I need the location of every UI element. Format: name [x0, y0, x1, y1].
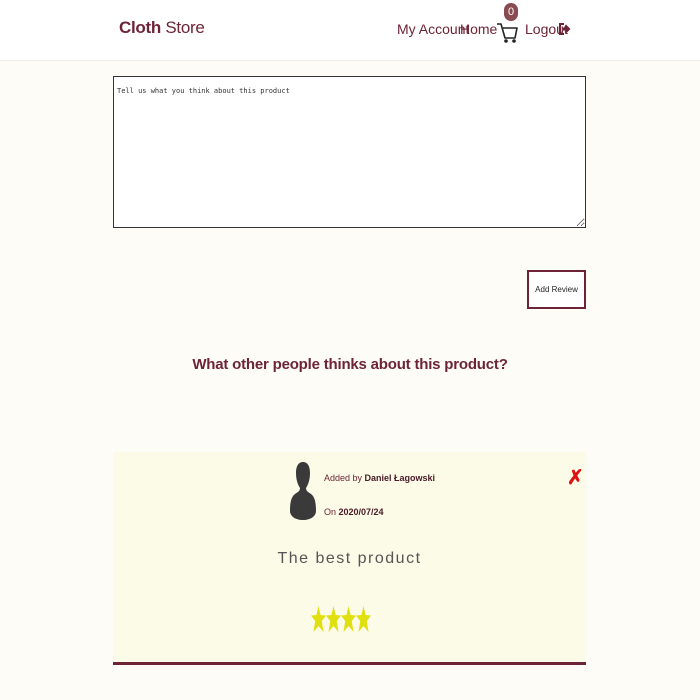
star-icon [356, 606, 371, 632]
brand-name-light: Store [160, 18, 205, 37]
review-date: 2020/07/24 [338, 507, 384, 517]
logout-icon[interactable] [557, 21, 571, 37]
added-by-label: Added by [324, 473, 365, 483]
review-rating [311, 605, 371, 633]
review-date-line: On 2020/07/24 [324, 507, 384, 517]
delete-review-icon[interactable]: ✗ [567, 468, 584, 488]
star-icon [341, 606, 356, 632]
review-author: Daniel Łagowski [364, 473, 436, 483]
reviews-section-title: What other people thinks about this prod… [192, 356, 508, 373]
on-label: On [324, 507, 339, 517]
user-avatar-icon [290, 462, 316, 520]
star-icon [326, 606, 341, 632]
brand-name-bold: Cloth [119, 18, 161, 37]
nav-my-account[interactable]: My Account [397, 21, 469, 37]
review-text: The best product [277, 550, 422, 567]
review-card: Added by Daniel Łagowski On 2020/07/24 ✗… [113, 452, 586, 665]
navbar: Cloth Store My Account Home 0 Logout [0, 0, 700, 61]
brand-logo[interactable]: Cloth Store [119, 18, 205, 38]
review-textarea[interactable] [113, 76, 586, 228]
star-icon [311, 606, 326, 632]
review-author-line: Added by Daniel Łagowski [324, 473, 435, 483]
nav-home[interactable]: Home [460, 21, 497, 37]
add-review-button[interactable]: Add Review [527, 270, 586, 309]
cart-count-badge: 0 [504, 3, 518, 21]
